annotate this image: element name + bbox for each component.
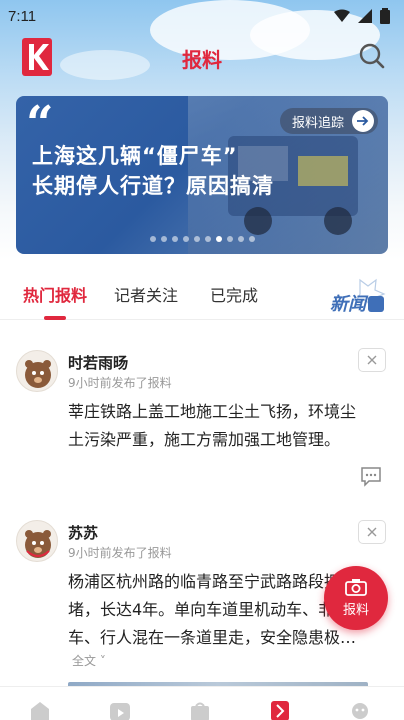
arrow-right-icon <box>352 110 374 132</box>
carousel-dot[interactable] <box>215 236 222 242</box>
signal-icon <box>358 9 372 23</box>
status-bar: 7:11 <box>0 0 404 32</box>
banner-headline-line1: 上海这几辆“僵尸车” <box>32 144 238 168</box>
banner-carousel[interactable]: “ 上海这几辆“僵尸车” 长期停人行道？原因搞清 报料追踪 <box>16 96 388 254</box>
expand-label: 全文 <box>72 654 97 668</box>
report-post[interactable]: 时若雨旸 9小时前发布了报料 莘庄铁路上盖工地施工尘土飞扬，环境尘土污染严重，施… <box>0 320 404 490</box>
post-timestamp: 9小时前发布了报料 <box>68 376 172 390</box>
report-tracking-button[interactable]: 报料追踪 <box>279 108 378 134</box>
post-timestamp: 9小时前发布了报料 <box>68 546 172 560</box>
avatar[interactable] <box>16 350 58 392</box>
profile-icon[interactable] <box>348 701 372 720</box>
banner-headline-line2: 长期停人行道？原因搞清 <box>32 174 274 198</box>
post-username[interactable]: 苏苏 <box>68 522 98 543</box>
carousel-dot[interactable] <box>237 236 244 242</box>
tab-hot-reports[interactable]: 热门报料 <box>23 282 87 306</box>
page-title: 报料 <box>182 48 222 72</box>
carousel-dot[interactable] <box>182 236 189 242</box>
carousel-dot[interactable] <box>171 236 178 242</box>
post-content[interactable]: 杨浦区杭州路的临青路至宁武路路段拥堵，长达4年。单向车道里机动车、非机动车、行人… <box>68 568 368 652</box>
status-time: 7:11 <box>8 7 37 25</box>
avatar[interactable] <box>16 520 58 562</box>
tab-reporter-follow[interactable]: 记者关注 <box>114 282 178 306</box>
close-icon[interactable] <box>358 520 386 544</box>
carousel-dot[interactable] <box>160 236 167 242</box>
expand-full-text-link[interactable]: 全文 ˅ <box>72 652 106 669</box>
carousel-dot[interactable] <box>248 236 255 242</box>
carousel-dot[interactable] <box>204 236 211 242</box>
carousel-dot[interactable] <box>226 236 233 242</box>
battery-icon <box>380 8 390 24</box>
chevron-down-icon: ˅ <box>99 654 106 668</box>
bottom-navigation <box>0 686 404 720</box>
wifi-icon <box>334 9 350 22</box>
report-tracking-label: 报料追踪 <box>291 115 344 131</box>
comment-icon[interactable] <box>360 465 382 487</box>
search-icon[interactable] <box>358 42 386 70</box>
carousel-dot[interactable] <box>149 236 156 242</box>
post-content[interactable]: 莘庄铁路上盖工地施工尘土飞扬，环境尘土污染严重，施工方需加强工地管理。 <box>68 398 368 454</box>
home-icon[interactable] <box>28 701 52 720</box>
video-icon[interactable] <box>108 701 132 720</box>
report-fab-button[interactable]: 报料 <box>324 566 388 630</box>
report-fab-label: 报料 <box>342 603 369 618</box>
nav-bar: 报料 <box>0 36 404 80</box>
close-icon[interactable] <box>358 348 386 372</box>
report-tab-icon[interactable] <box>268 701 292 720</box>
status-icons <box>334 8 390 24</box>
tab-completed[interactable]: 已完成 <box>210 282 258 306</box>
tab-bar: 热门报料 记者关注 已完成 新闻 <box>0 268 404 320</box>
carousel-indicator <box>16 236 388 242</box>
svg-text:新闻: 新闻 <box>330 294 369 315</box>
carousel-dot[interactable] <box>193 236 200 242</box>
post-username[interactable]: 时若雨旸 <box>68 352 128 373</box>
xinwen-brand-logo: 新闻 <box>330 278 386 315</box>
shop-bag-icon[interactable] <box>188 701 212 720</box>
camera-icon <box>345 579 367 596</box>
